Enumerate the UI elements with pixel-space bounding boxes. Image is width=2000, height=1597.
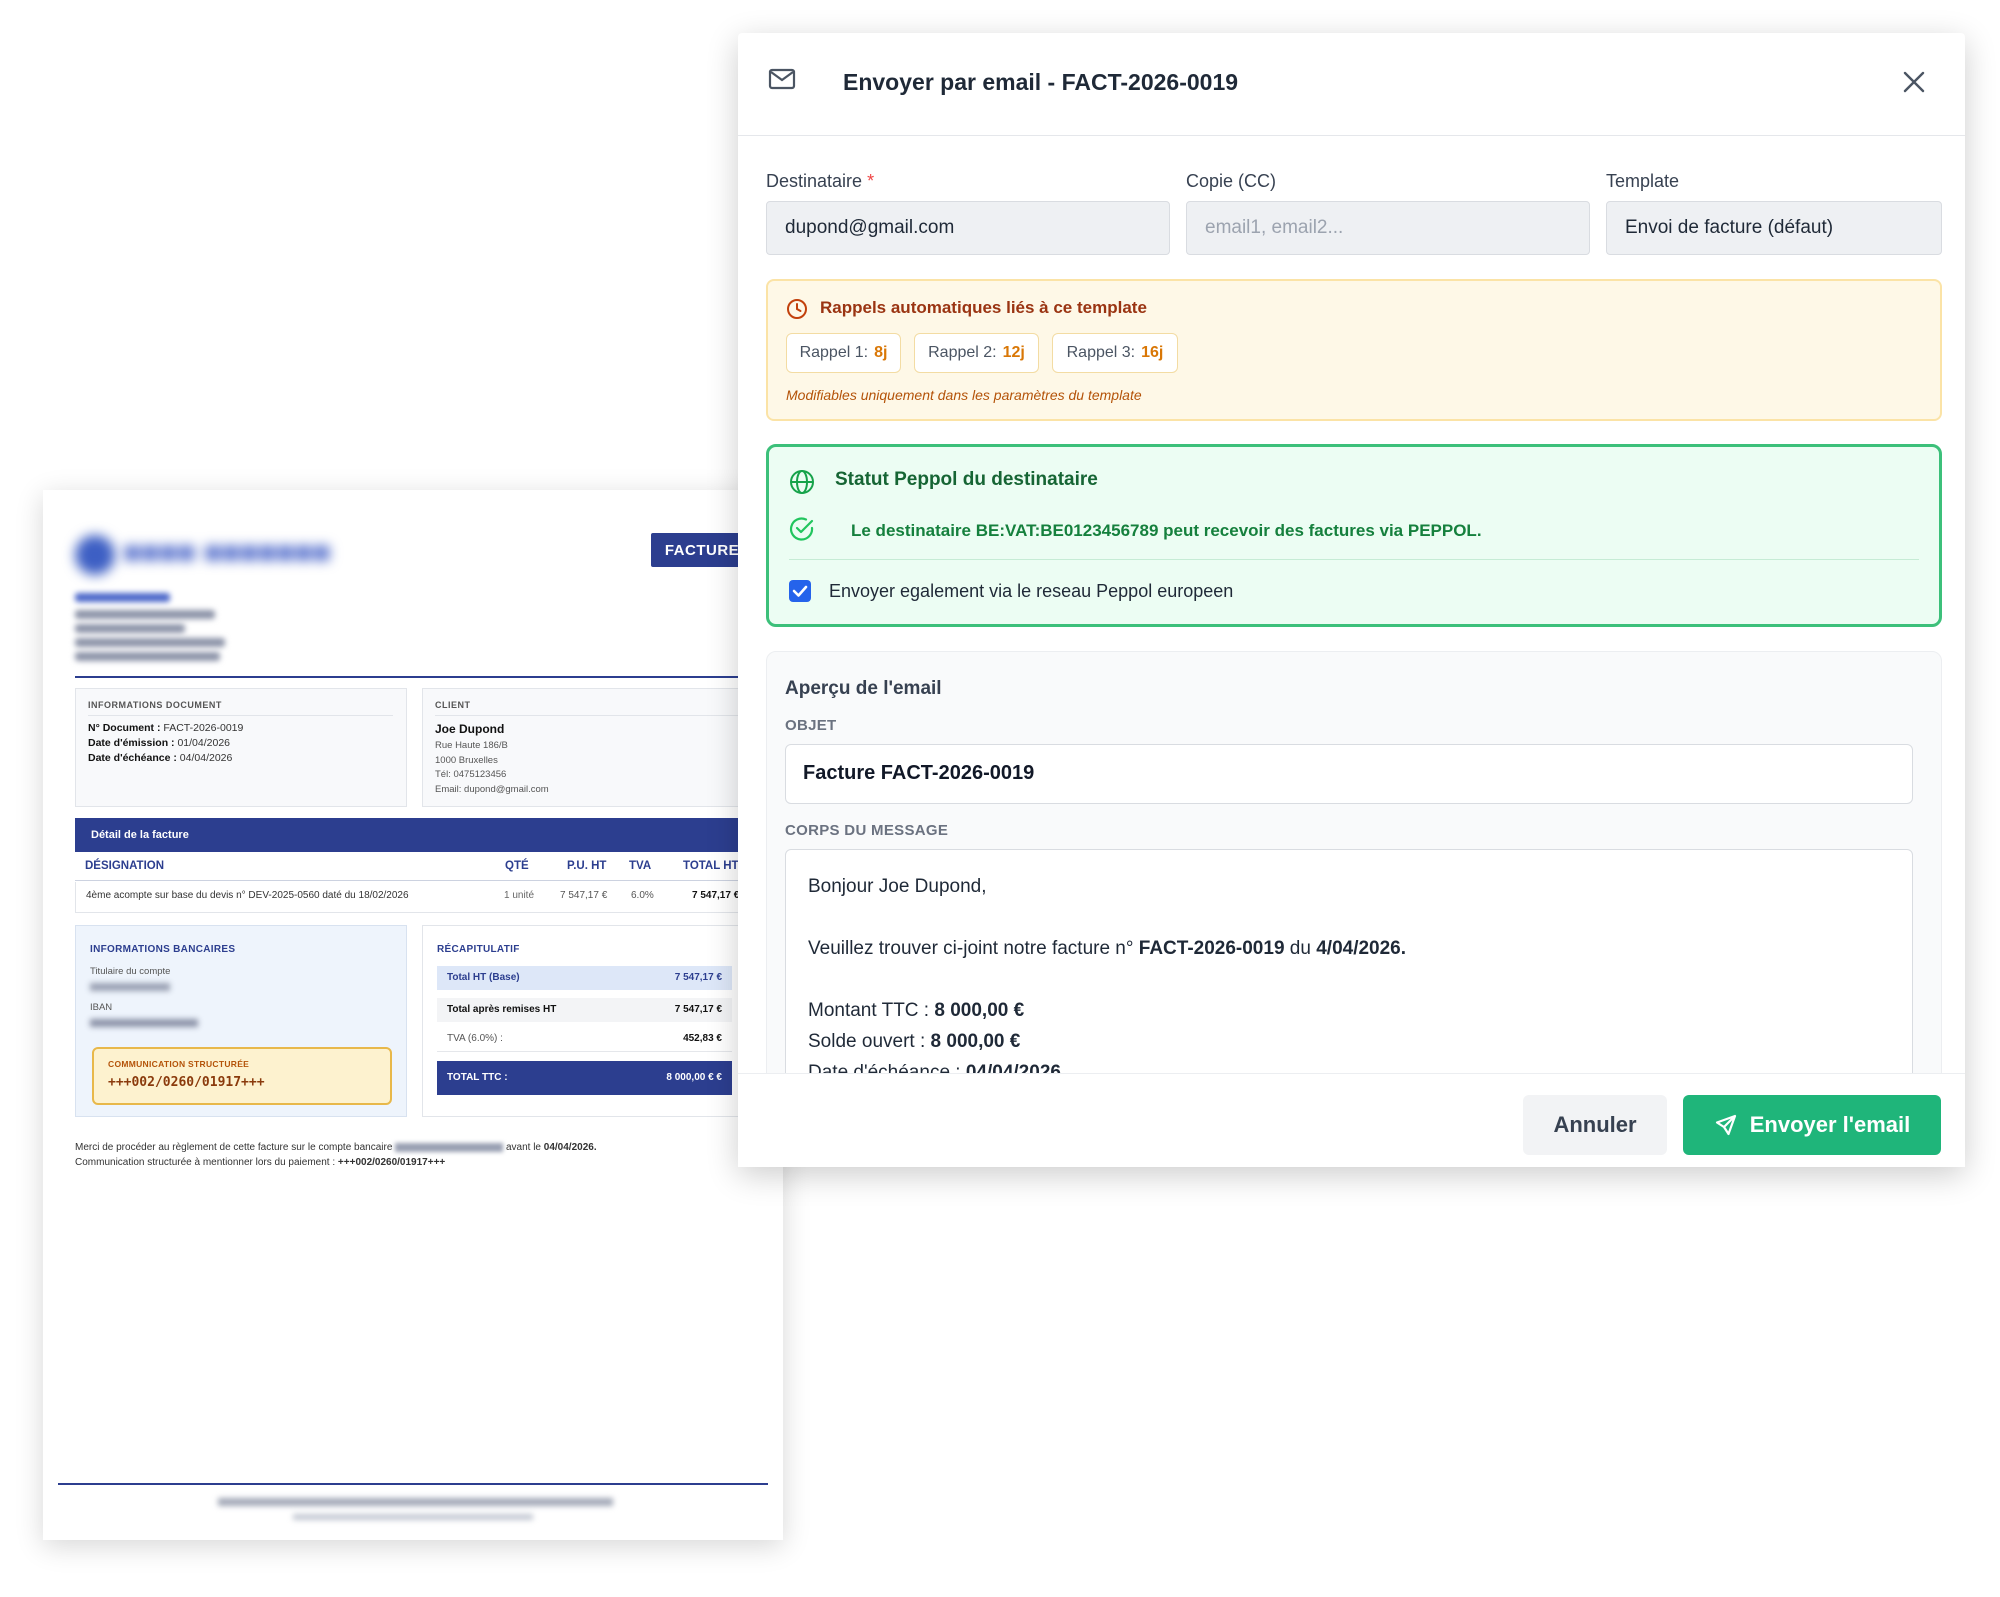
company-address-redacted bbox=[75, 610, 215, 619]
recap-vat-row: TVA (6.0%) : 452,83 € bbox=[437, 1027, 732, 1052]
company-logo-icon bbox=[75, 535, 115, 575]
structured-communication-title: COMMUNICATION STRUCTURÉE bbox=[108, 1059, 250, 1069]
email-preview-panel: Aperçu de l'email OBJET Facture FACT-202… bbox=[766, 651, 1942, 1091]
globe-icon bbox=[790, 470, 814, 494]
checkmark-icon bbox=[792, 585, 808, 597]
document-info-box: INFORMATIONS DOCUMENT N° Document : FACT… bbox=[75, 688, 407, 807]
body-textarea[interactable]: Bonjour Joe Dupond, Veuillez trouver ci-… bbox=[785, 849, 1913, 1090]
footer-legal-redacted bbox=[293, 1514, 533, 1520]
peppol-title: Statut Peppol du destinataire bbox=[835, 469, 1098, 490]
footer-divider bbox=[58, 1483, 768, 1485]
reminder-chip-2: Rappel 2: 12j bbox=[914, 333, 1039, 373]
client-title: CLIENT bbox=[435, 700, 471, 710]
client-details: Rue Haute 186/B 1000 Bruxelles Tél: 0475… bbox=[435, 740, 549, 795]
template-label: Template bbox=[1606, 171, 1680, 191]
send-email-button[interactable]: Envoyer l'email bbox=[1683, 1095, 1941, 1155]
structured-communication-value: +++002/0260/01917+++ bbox=[108, 1075, 265, 1090]
peppol-status-panel: Statut Peppol du destinataire Le destina… bbox=[766, 444, 1942, 627]
company-address-redacted bbox=[75, 624, 185, 633]
reminders-panel: Rappels automatiques liés à ce template … bbox=[766, 279, 1942, 421]
row-quantity: 1 unité bbox=[504, 890, 535, 901]
recap-title: RÉCAPITULATIF bbox=[437, 944, 520, 955]
column-header: DÉSIGNATION bbox=[85, 860, 165, 872]
mail-icon bbox=[768, 68, 796, 90]
row-vat: 6.0% bbox=[631, 890, 654, 901]
subject-value: Facture FACT-2026-0019 bbox=[803, 762, 1035, 784]
cc-input[interactable]: email1, email2... bbox=[1186, 201, 1590, 255]
due-date: 04/04/2026 bbox=[179, 752, 233, 764]
iban-redacted bbox=[90, 1019, 198, 1027]
account-holder-label: Titulaire du compte bbox=[90, 966, 171, 977]
bank-info-title: INFORMATIONS BANCAIRES bbox=[90, 944, 236, 955]
account-holder-redacted bbox=[90, 983, 170, 991]
modal-header: Envoyer par email - FACT-2026-0019 bbox=[738, 33, 1965, 136]
reminder-chip-3: Rappel 3: 16j bbox=[1052, 333, 1178, 373]
company-logo: ■■■■ ■■■■■■■ bbox=[123, 536, 331, 569]
body-label: CORPS DU MESSAGE bbox=[785, 822, 949, 839]
send-icon bbox=[1715, 1114, 1736, 1136]
modal-title: Envoyer par email - FACT-2026-0019 bbox=[843, 69, 1239, 95]
document-number: FACT-2026-0019 bbox=[163, 722, 244, 734]
peppol-checkbox[interactable] bbox=[789, 580, 811, 602]
table-row: 4ème acompte sur base du devis n° DEV-20… bbox=[75, 882, 754, 913]
payment-instructions: Merci de procéder au règlement de cette … bbox=[75, 1142, 597, 1168]
document-info-title: INFORMATIONS DOCUMENT bbox=[88, 700, 222, 710]
clock-icon bbox=[787, 299, 807, 319]
footer-legal-redacted bbox=[218, 1498, 613, 1506]
reminders-note: Modifiables uniquement dans les paramètr… bbox=[786, 387, 1142, 403]
cc-label: Copie (CC) bbox=[1186, 171, 1277, 191]
company-contact-redacted bbox=[75, 652, 220, 661]
row-designation: 4ème acompte sur base du devis n° DEV-20… bbox=[86, 890, 409, 901]
structured-communication-box: COMMUNICATION STRUCTURÉE +++002/0260/019… bbox=[92, 1047, 392, 1105]
column-header: TVA bbox=[629, 860, 652, 872]
document-info-lines: N° Document : FACT-2026-0019 Date d'émis… bbox=[88, 722, 244, 764]
body-content: Bonjour Joe Dupond, Veuillez trouver ci-… bbox=[808, 876, 1407, 1083]
invoice-document: ■■■■ ■■■■■■■ FACTURE INFORMATIONS DOCUME… bbox=[43, 490, 783, 1540]
row-unit-price: 7 547,17 € bbox=[560, 890, 608, 901]
invoice-detail-header: Détail de la facture bbox=[75, 818, 752, 852]
invoice-table-header: DÉSIGNATION QTÉ P.U. HT TVA TOTAL HT bbox=[75, 852, 752, 881]
reminder-chip-1: Rappel 1: 8j bbox=[786, 333, 901, 373]
recap-after-discount-row: Total après remises HT 7 547,17 € bbox=[437, 998, 732, 1022]
recap-box: RÉCAPITULATIF Total HT (Base) 7 547,17 €… bbox=[422, 925, 751, 1117]
bank-account-redacted bbox=[395, 1142, 504, 1152]
template-select[interactable]: Envoi de facture (défaut) bbox=[1606, 201, 1942, 255]
column-header: TOTAL HT bbox=[683, 860, 739, 872]
recap-total-ht-row: Total HT (Base) 7 547,17 € bbox=[437, 966, 732, 990]
subject-label: OBJET bbox=[785, 717, 837, 734]
send-email-label: Envoyer l'email bbox=[1749, 1112, 1911, 1137]
subject-input[interactable]: Facture FACT-2026-0019 bbox=[785, 744, 1913, 804]
check-circle-icon bbox=[789, 517, 814, 541]
header-divider bbox=[75, 676, 752, 678]
company-name-redacted bbox=[75, 593, 170, 602]
reminders-title: Rappels automatiques liés à ce template bbox=[820, 298, 1147, 317]
company-contact-redacted bbox=[75, 638, 225, 647]
recap-total-ttc-row: TOTAL TTC : 8 000,00 € € bbox=[437, 1061, 732, 1095]
bank-info-box: INFORMATIONS BANCAIRES Titulaire du comp… bbox=[75, 925, 407, 1117]
cancel-button[interactable]: Annuler bbox=[1523, 1095, 1667, 1155]
close-icon[interactable] bbox=[1901, 69, 1927, 95]
send-email-modal: Envoyer par email - FACT-2026-0019 Desti… bbox=[738, 33, 1965, 1167]
emission-date: 01/04/2026 bbox=[177, 737, 231, 749]
client-info-box: CLIENT Joe Dupond Rue Haute 186/B 1000 B… bbox=[422, 688, 754, 807]
row-total: 7 547,17 € bbox=[692, 890, 740, 901]
recipient-input[interactable]: dupond@gmail.com bbox=[766, 201, 1170, 255]
recipient-label: Destinataire * bbox=[766, 171, 875, 191]
iban-label: IBAN bbox=[90, 1002, 113, 1013]
column-header: P.U. HT bbox=[567, 860, 607, 872]
column-header: QTÉ bbox=[505, 860, 529, 872]
peppol-status-text: Le destinataire BE:VAT:BE0123456789 peut… bbox=[851, 521, 1482, 540]
preview-title: Aperçu de l'email bbox=[785, 678, 942, 699]
peppol-checkbox-label[interactable]: Envoyer egalement via le reseau Peppol e… bbox=[829, 581, 1233, 602]
client-name: Joe Dupond bbox=[435, 722, 505, 736]
